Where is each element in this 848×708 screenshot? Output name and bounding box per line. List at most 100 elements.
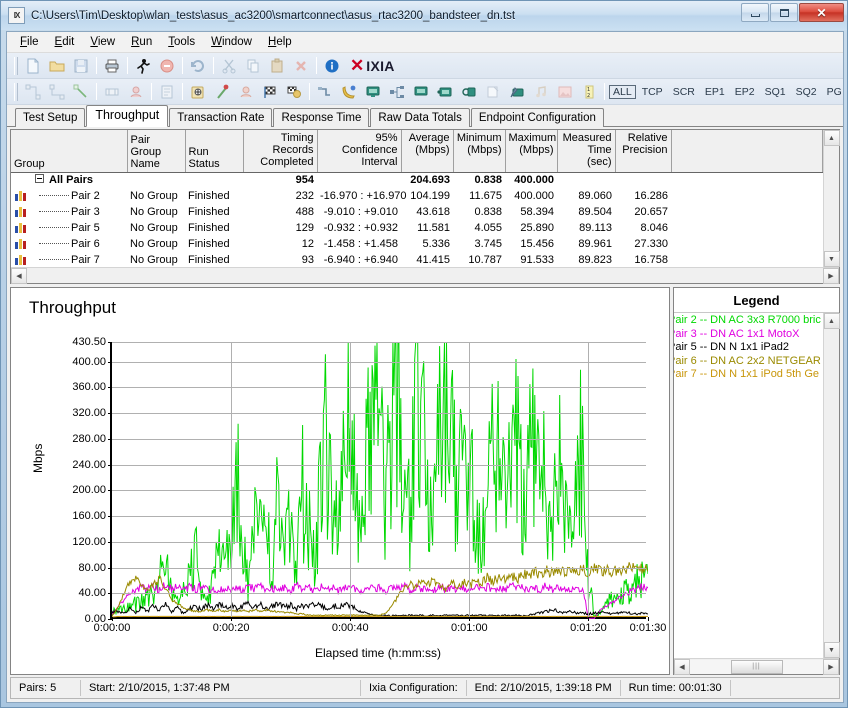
legend-item-pair-2[interactable]: Pair 2 -- DN AC 3x3 R7000 bric [674, 314, 823, 328]
menu-window[interactable]: Window [203, 34, 260, 51]
col-average[interactable]: Average (Mbps) [401, 130, 454, 173]
filter-ep2-button[interactable]: EP2 [731, 85, 759, 99]
paste-icon[interactable] [266, 55, 288, 77]
scroll-right-arrow-icon[interactable]: ▶ [823, 267, 839, 284]
scroll-right-arrow-icon[interactable]: ▶ [823, 658, 839, 675]
menu-help[interactable]: Help [260, 34, 300, 51]
minimize-button[interactable] [741, 3, 769, 22]
filter-sq1-button[interactable]: SQ1 [761, 85, 790, 99]
col-confidence-interval[interactable]: 95% Confidence Interval [317, 130, 402, 173]
legend-item-pair-6[interactable]: Pair 6 -- DN AC 2x2 NETGEAR [674, 355, 823, 369]
number-order-icon[interactable]: 12 [578, 81, 600, 103]
filter-pg-button[interactable]: PG [823, 85, 846, 99]
endpoint-pair-icon[interactable] [235, 81, 257, 103]
network-edit-icon[interactable] [70, 81, 92, 103]
tab-raw-data-totals[interactable]: Raw Data Totals [370, 108, 470, 127]
group-pairs-icon[interactable] [125, 81, 147, 103]
legend-item-pair-7[interactable]: Pair 7 -- DN N 1x1 iPod 5th Ge [674, 368, 823, 382]
filter-ep1-button[interactable]: EP1 [701, 85, 729, 99]
filter-scr-button[interactable]: SCR [669, 85, 699, 99]
col-group[interactable]: Group [11, 130, 128, 173]
toolbar-grip[interactable] [14, 56, 18, 75]
table-row[interactable]: Pair 7 No Group Finished 93 -6.940 : +6.… [11, 252, 823, 268]
cell-relative-precision: 27.330 [634, 238, 668, 250]
menu-tools[interactable]: Tools [160, 34, 203, 51]
tv-icon[interactable] [434, 81, 456, 103]
legend-hscroll-thumb[interactable]: ||| [730, 659, 783, 674]
legend-item-pair-3[interactable]: Pair 3 -- DN AC 1x1 MotoX [674, 328, 823, 342]
copy-icon[interactable] [242, 55, 264, 77]
edit-note-icon[interactable] [482, 81, 504, 103]
cut-scissors-icon[interactable] [218, 55, 240, 77]
tab-response-time[interactable]: Response Time [273, 108, 370, 127]
table-row-all-pairs[interactable]: All Pairs 954 204.693 0.838 400.000 [11, 172, 823, 188]
network-map-icon[interactable] [22, 81, 44, 103]
scroll-left-arrow-icon[interactable]: ◀ [674, 658, 690, 675]
toolbar-grip[interactable] [14, 82, 18, 101]
tab-throughput[interactable]: Throughput [86, 105, 169, 127]
scroll-down-arrow-icon[interactable]: ▼ [823, 251, 840, 267]
menu-run[interactable]: Run [123, 34, 160, 51]
legend-hscroll-track[interactable]: ||| [690, 659, 823, 674]
refresh-icon[interactable] [187, 55, 209, 77]
table-row[interactable]: Pair 6 No Group Finished 12 -1.458 : +1.… [11, 236, 823, 252]
connect-icon[interactable] [314, 81, 336, 103]
monitor-icon[interactable] [362, 81, 384, 103]
tab-endpoint-configuration[interactable]: Endpoint Configuration [470, 108, 604, 127]
image-icon[interactable] [554, 81, 576, 103]
filter-tcp-button[interactable]: TCP [638, 85, 667, 99]
scroll-down-arrow-icon[interactable]: ▼ [823, 642, 840, 658]
col-run-status[interactable]: Run Status [185, 130, 244, 173]
script-icon[interactable] [187, 81, 209, 103]
scroll-left-arrow-icon[interactable]: ◀ [11, 267, 27, 284]
table-row[interactable]: Pair 2 No Group Finished 232 -16.970 : +… [11, 188, 823, 204]
edit-chart-icon[interactable] [506, 81, 528, 103]
col-timing-records[interactable]: Timing Records Completed [243, 130, 318, 173]
call-icon[interactable] [338, 81, 360, 103]
checkered-flag-icon[interactable] [259, 81, 281, 103]
col-maximum[interactable]: Maximum (Mbps) [505, 130, 558, 173]
tv-alt-icon[interactable] [458, 81, 480, 103]
maximize-button[interactable] [770, 3, 798, 22]
expand-pairs-icon[interactable] [101, 81, 123, 103]
collapse-expander-icon[interactable] [35, 174, 44, 184]
flag-pin-icon[interactable] [211, 81, 233, 103]
network-map-alt-icon[interactable] [46, 81, 68, 103]
filter-sq2-button[interactable]: SQ2 [792, 85, 821, 99]
tab-test-setup[interactable]: Test Setup [15, 108, 86, 127]
menu-edit[interactable]: Edit [47, 34, 83, 51]
stop-test-icon[interactable] [156, 55, 178, 77]
print-icon[interactable] [101, 55, 123, 77]
legend-item-pair-5[interactable]: Pair 5 -- DN N 1x1 iPad2 [674, 341, 823, 355]
delete-icon[interactable] [290, 55, 312, 77]
scroll-up-arrow-icon[interactable]: ▲ [823, 130, 840, 146]
table-horizontal-scrollbar[interactable]: ◀ ▶ [11, 267, 839, 284]
table-row[interactable]: Pair 5 No Group Finished 129 -0.932 : +0… [11, 220, 823, 236]
close-button[interactable]: ✕ [799, 3, 844, 22]
menu-file[interactable]: FFileile [12, 34, 47, 51]
run-test-icon[interactable] [132, 55, 154, 77]
new-document-icon[interactable] [22, 55, 44, 77]
table-row[interactable]: Pair 3 No Group Finished 488 -9.010 : +9… [11, 204, 823, 220]
legend-vertical-scrollbar[interactable]: ▲ ▼ [823, 313, 840, 658]
filter-all-button[interactable]: ALL [609, 84, 636, 99]
status-pairs: Pairs: 5 [11, 680, 81, 696]
topology-icon[interactable] [386, 81, 408, 103]
info-icon[interactable] [321, 55, 343, 77]
checkered-globe-icon[interactable] [283, 81, 305, 103]
col-measured-time[interactable]: Measured Time (sec) [557, 130, 616, 173]
network-node-icon[interactable] [410, 81, 432, 103]
menu-view[interactable]: View [82, 34, 123, 51]
col-minimum[interactable]: Minimum (Mbps) [453, 130, 506, 173]
clipboard-icon[interactable] [156, 81, 178, 103]
col-pair-group-name[interactable]: Pair Group Name [127, 130, 186, 173]
col-relative-precision[interactable]: Relative Precision [615, 130, 672, 173]
music-icon[interactable] [530, 81, 552, 103]
open-folder-icon[interactable] [46, 55, 68, 77]
tab-transaction-rate[interactable]: Transaction Rate [169, 108, 273, 127]
save-disk-icon[interactable] [70, 55, 92, 77]
scroll-up-arrow-icon[interactable]: ▲ [823, 313, 840, 329]
table-vertical-scrollbar[interactable]: ▲ ▼ [823, 130, 840, 267]
legend-horizontal-scrollbar[interactable]: ◀ ||| ▶ [674, 658, 839, 675]
chart-plot-area[interactable]: 0.00 40.00 80.00 120.00 160.00 200.00 240.00 28… [72, 336, 666, 634]
